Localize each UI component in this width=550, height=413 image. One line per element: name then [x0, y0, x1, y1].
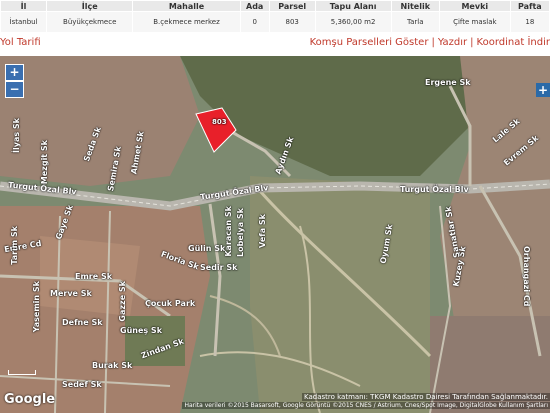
street-label: Emre Sk: [75, 272, 113, 281]
cell-mahalle: B.çekmece merkez: [132, 11, 241, 33]
attribution-text[interactable]: Harita verileri ©2015 Basarsoft, Google …: [182, 402, 550, 409]
cell-ilce: Büyükçekmece: [46, 11, 134, 33]
street-label: Güneş Sk: [120, 326, 163, 335]
map-scale-bar: [8, 370, 36, 375]
map-imagery: [0, 56, 550, 413]
street-label: Ergene Sk: [425, 78, 471, 87]
street-label: Tarım Sk: [10, 226, 19, 265]
header-mevki: Mevki: [438, 0, 511, 12]
right-links: Komşu Parselleri Göster | Yazdır | Koordinat…: [310, 37, 550, 48]
poi-label: Çocuk Park: [145, 299, 196, 308]
print-link[interactable]: Yazdır: [438, 37, 467, 48]
cell-ada: 0: [239, 11, 270, 33]
cell-il: İstanbul: [0, 11, 48, 33]
street-label: Lobelya Sk: [236, 208, 245, 257]
street-label: Vefa Sk: [258, 214, 267, 248]
header-parsel: Parsel: [268, 0, 316, 12]
street-label: Mezgit Sk: [40, 140, 49, 185]
street-label: Defne Sk: [62, 318, 103, 327]
table-row: İstanbul Büyükçekmece B.çekmece merkez 0…: [0, 11, 550, 33]
header-mahalle: Mahalle: [132, 0, 241, 12]
header-ada: Ada: [239, 0, 270, 12]
header-il: İl: [0, 0, 48, 12]
street-label: Orhangazi Cd: [522, 246, 531, 307]
table-header-row: İl İlçe Mahalle Ada Parsel Tapu Alanı Ni…: [0, 0, 550, 12]
link-separator: |: [470, 37, 474, 48]
cell-mevki: Çifte maslak: [438, 11, 511, 33]
street-label: Gülin Sk: [188, 244, 226, 253]
street-label: Yasemin Sk: [32, 281, 41, 333]
kadastro-notice: Kadastro katmanı: TKGM Kadastro Dairesi …: [302, 393, 550, 401]
coords-download-link[interactable]: Koordinat İndir: [477, 37, 550, 48]
route-link[interactable]: Yol Tarifi: [0, 37, 41, 48]
street-label: Sedir Sk: [200, 263, 238, 272]
zoom-in-button[interactable]: +: [5, 64, 24, 81]
street-label: Gazze Sk: [118, 281, 127, 322]
zoom-out-button[interactable]: −: [5, 81, 24, 98]
cell-pafta: 18: [509, 11, 550, 33]
map-plus-marker-icon[interactable]: +: [536, 83, 550, 97]
street-label: Turgut Özal Blv: [400, 185, 469, 194]
cell-tapu-alani: 5,360,00 m2: [314, 11, 392, 33]
header-tapu-alani: Tapu Alanı: [314, 0, 392, 12]
street-label: İlyas Sk: [12, 118, 21, 153]
parcel-label[interactable]: 803: [212, 118, 227, 126]
parcel-table: İl İlçe Mahalle Ada Parsel Tapu Alanı Ni…: [0, 0, 550, 33]
parcel-info-table: İl İlçe Mahalle Ada Parsel Tapu Alanı Ni…: [0, 0, 550, 33]
street-label: Burak Sk: [92, 361, 133, 370]
cell-nitelik: Tarla: [390, 11, 440, 33]
link-separator: |: [431, 37, 435, 48]
satellite-map[interactable]: + − + 803 Turgut Özal Blv Turgut Özal Bl…: [0, 56, 550, 413]
header-pafta: Pafta: [509, 0, 550, 12]
action-links: Yol Tarifi Komşu Parselleri Göster | Yazdı…: [0, 32, 550, 54]
street-label: Karacan Sk: [224, 206, 233, 257]
street-label: Sedef Sk: [62, 380, 102, 389]
header-ilce: İlçe: [46, 0, 134, 12]
cell-parsel: 803: [268, 11, 316, 33]
map-attribution: Harita verileri ©2015 Basarsoft, Google …: [0, 402, 550, 413]
header-nitelik: Nitelik: [390, 0, 440, 12]
neighbors-link[interactable]: Komşu Parselleri Göster: [310, 37, 429, 48]
street-label: Merve Sk: [50, 289, 92, 298]
